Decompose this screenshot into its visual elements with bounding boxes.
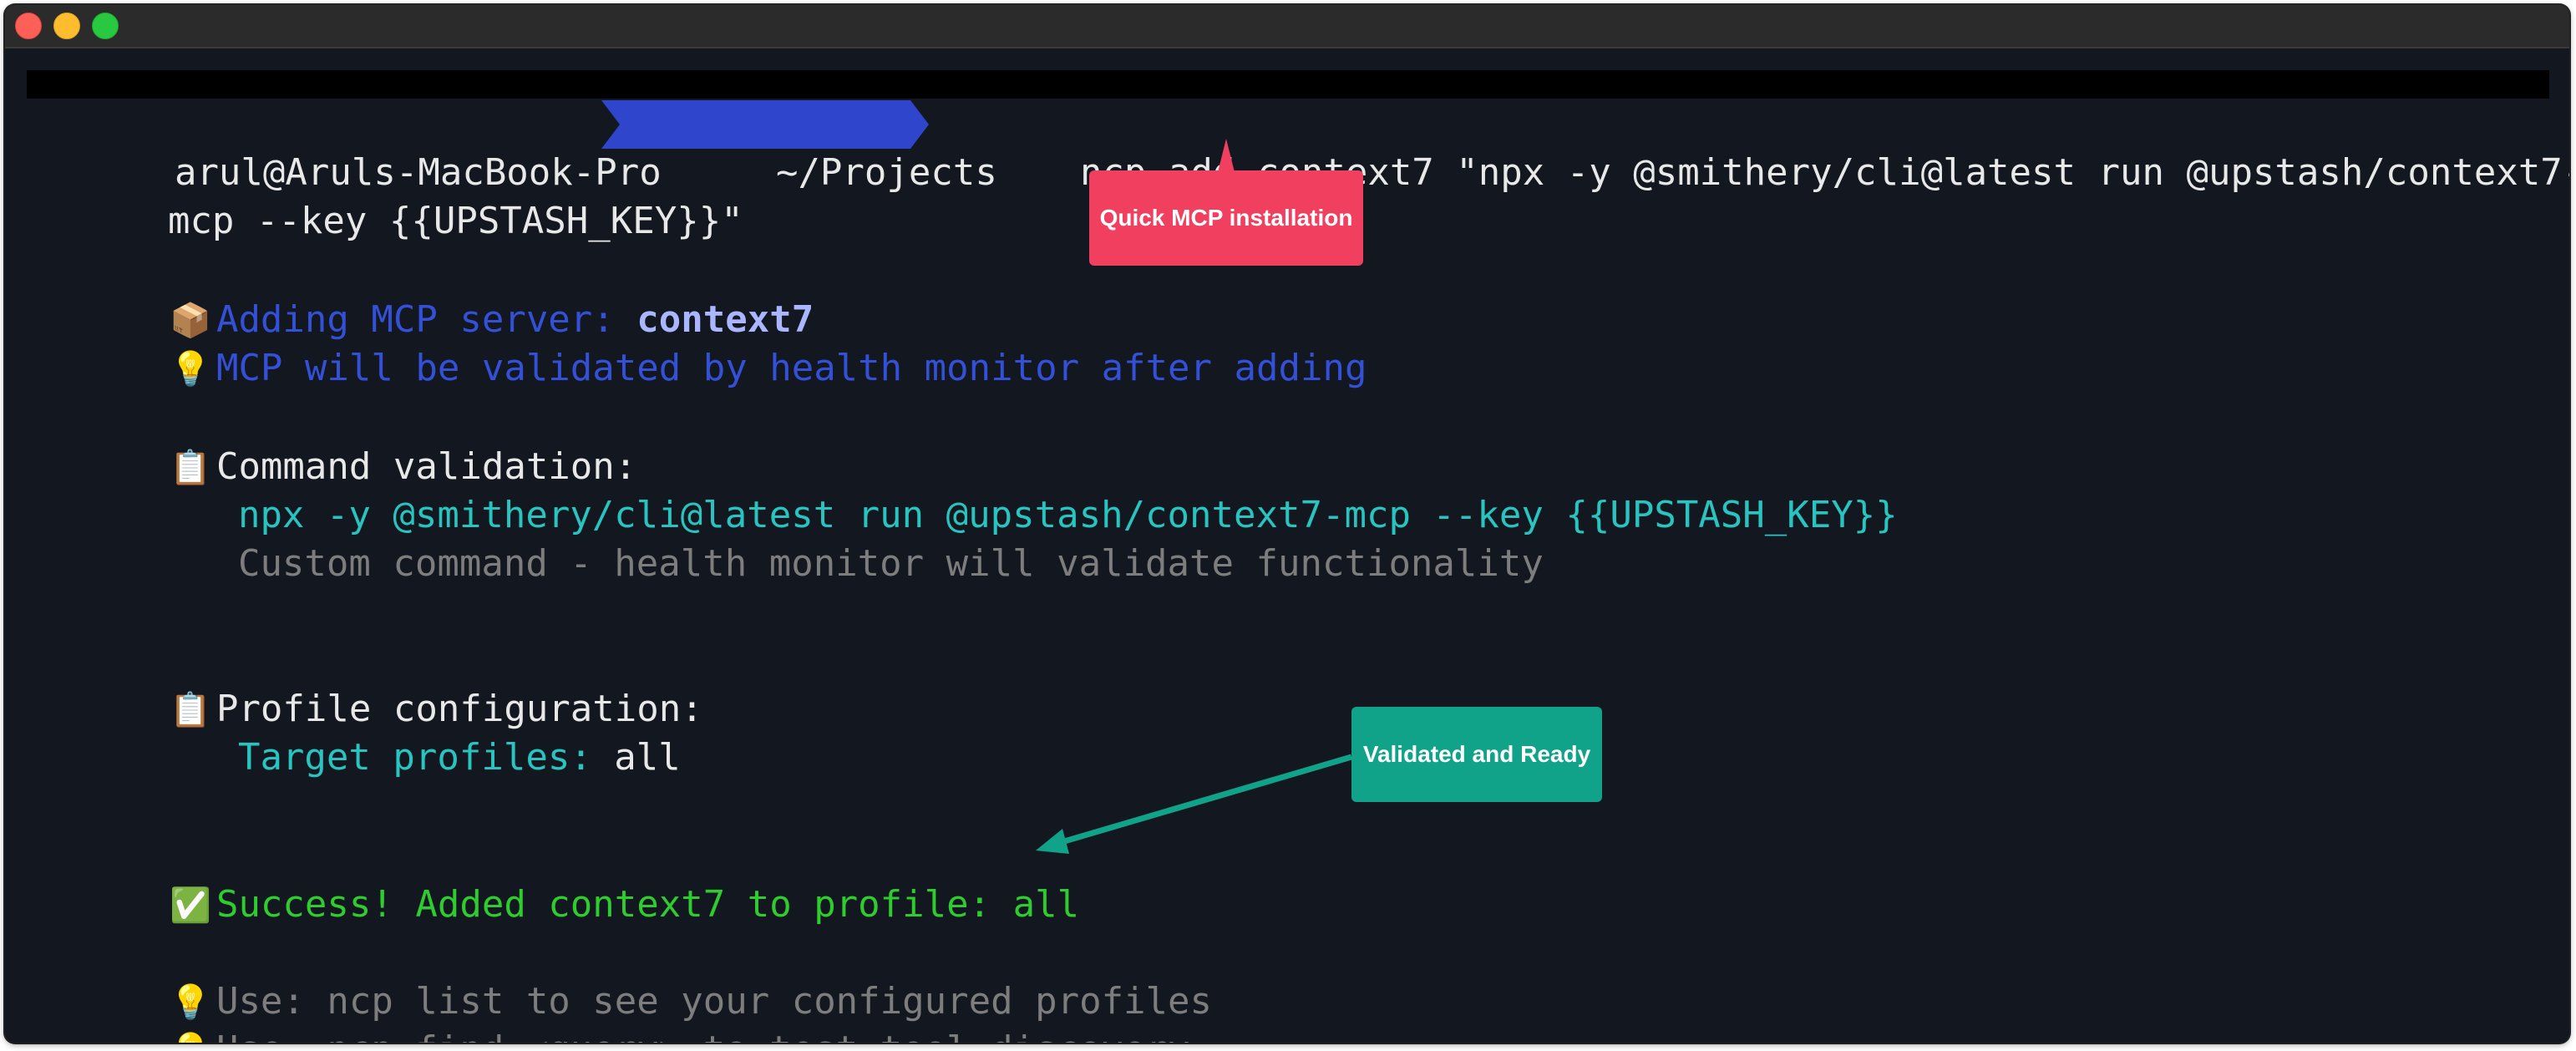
quick-install-pointer <box>1218 139 1235 172</box>
validated-arrow-head <box>1036 829 1069 854</box>
validated-callout: Validated and Ready <box>1351 707 1602 802</box>
validated-callout-text: Validated and Ready <box>1362 741 1591 767</box>
terminal-window: arul@Aruls-MacBook-Pro ~/Projects ncp ad… <box>5 5 2569 1043</box>
terminal-content[interactable]: arul@Aruls-MacBook-Pro ~/Projects ncp ad… <box>5 5 2569 1043</box>
annotation-overlay <box>1036 139 1352 854</box>
validated-arrow-shaft <box>1055 754 1352 847</box>
quick-install-callout-text: Quick MCP installation <box>1099 205 1353 231</box>
quick-install-callout: Quick MCP installation <box>1089 170 1363 266</box>
